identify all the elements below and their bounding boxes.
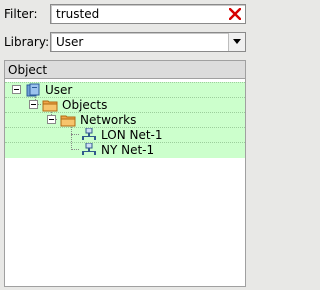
library-select-value: User [56, 35, 84, 49]
tree-node-lon-net-1[interactable]: LON Net-1 [81, 127, 163, 142]
object-tree-panel: Object User Objects Networks LON Net-1 N… [4, 60, 246, 287]
tree-connector [71, 134, 79, 135]
library-row: Library: User [4, 31, 246, 53]
x-icon [229, 8, 241, 20]
tree-node-objects[interactable]: Objects [29, 97, 107, 112]
tree-node-label: Networks [80, 112, 137, 127]
network-icon [82, 142, 96, 155]
filter-input[interactable]: trusted [50, 4, 246, 24]
collapse-networks-toggle[interactable] [47, 115, 56, 124]
library-icon [26, 83, 40, 96]
filter-input-value: trusted [56, 7, 100, 21]
tree-node-networks[interactable]: Networks [47, 112, 136, 127]
network-icon [82, 127, 96, 140]
tree-node-user[interactable]: User [12, 82, 72, 97]
filter-row: Filter: trusted [4, 3, 246, 25]
tree-node-label: User [45, 82, 73, 97]
filter-label: Filter: [4, 7, 38, 21]
collapse-user-toggle[interactable] [12, 85, 21, 94]
object-tree[interactable]: User Objects Networks LON Net-1 NY Net-1 [5, 79, 245, 286]
tree-node-ny-net-1[interactable]: NY Net-1 [81, 142, 154, 157]
folder-icon [60, 115, 76, 126]
chevron-down-icon [233, 39, 241, 44]
library-select[interactable]: User [50, 32, 246, 52]
tree-node-label: NY Net-1 [101, 142, 155, 157]
clear-filter-button[interactable] [227, 6, 243, 22]
tree-column-header[interactable]: Object [5, 61, 245, 79]
tree-connector [71, 149, 79, 150]
library-label: Library: [4, 35, 50, 49]
collapse-objects-toggle[interactable] [29, 100, 38, 109]
tree-connector [71, 123, 72, 150]
tree-node-label: LON Net-1 [101, 127, 163, 142]
tree-node-label: Objects [62, 97, 108, 112]
folder-icon [42, 100, 58, 111]
library-dropdown-button[interactable] [228, 33, 245, 51]
